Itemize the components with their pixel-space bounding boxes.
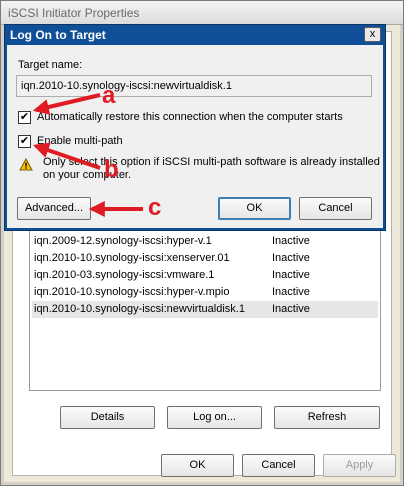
dialog-cancel-button[interactable]: Cancel [299, 197, 372, 220]
annotation-letter-c: c [148, 194, 162, 221]
checkmark-icon: ✔ [19, 135, 30, 147]
warning-icon [19, 158, 33, 171]
parent-titlebar: iSCSI Initiator Properties [1, 1, 403, 25]
apply-button[interactable]: Apply [323, 454, 396, 477]
target-name: iqn.2010-03.synology-iscsi:vmware.1 [34, 269, 215, 281]
parent-ok-button[interactable]: OK [161, 454, 234, 477]
dialog-titlebar: Log On to Target x [5, 25, 385, 44]
multipath-warning-line1: Only select this option if iSCSI multi-p… [43, 156, 380, 168]
auto-restore-label: Automatically restore this connection wh… [37, 111, 343, 123]
dialog-client: Target name: iqn.2010-10.synology-iscsi:… [7, 45, 383, 228]
enable-multipath-label: Enable multi-path [37, 135, 123, 147]
auto-restore-checkbox[interactable]: ✔ [18, 111, 31, 124]
target-status: Inactive [272, 252, 310, 264]
target-name-label: Target name: [18, 59, 83, 71]
refresh-button[interactable]: Refresh [274, 406, 380, 429]
target-name: iqn.2009-12.synology-iscsi:hyper-v.1 [34, 235, 212, 247]
target-row[interactable]: iqn.2010-10.synology-iscsi:xenserver.01 … [32, 250, 378, 267]
target-status: Inactive [272, 269, 310, 281]
parent-cancel-button[interactable]: Cancel [242, 454, 315, 477]
annotation-letter-a: a [102, 82, 116, 109]
target-status: Inactive [272, 235, 310, 247]
parent-window-title: iSCSI Initiator Properties [8, 6, 140, 20]
target-status: Inactive [272, 286, 310, 298]
target-name: iqn.2010-10.synology-iscsi:xenserver.01 [34, 252, 230, 264]
target-status: Inactive [272, 303, 310, 315]
details-button[interactable]: Details [60, 406, 155, 429]
close-button[interactable]: x [364, 27, 381, 42]
target-row[interactable]: iqn.2009-12.synology-iscsi:hyper-v.1 Ina… [32, 233, 378, 250]
checkmark-icon: ✔ [19, 111, 30, 123]
enable-multipath-checkbox[interactable]: ✔ [18, 135, 31, 148]
target-row[interactable]: iqn.2010-03.synology-iscsi:vmware.1 Inac… [32, 267, 378, 284]
advanced-button[interactable]: Advanced... [17, 197, 91, 220]
target-row[interactable]: iqn.2010-10.synology-iscsi:hyper-v.mpio … [32, 284, 378, 301]
targets-list[interactable]: iqn.2009-12.synology-iscsi:hyper-v.1 Ina… [29, 229, 381, 391]
close-icon: x [369, 28, 376, 40]
log-on-button[interactable]: Log on... [167, 406, 262, 429]
target-name-field: iqn.2010-10.synology-iscsi:newvirtualdis… [16, 75, 372, 97]
dialog-ok-button[interactable]: OK [218, 197, 291, 220]
target-name: iqn.2010-10.synology-iscsi:hyper-v.mpio [34, 286, 230, 298]
target-name: iqn.2010-10.synology-iscsi:newvirtualdis… [34, 303, 245, 315]
annotation-letter-b: b [104, 156, 119, 183]
log-on-to-target-dialog: Log On to Target x Target name: iqn.2010… [4, 24, 386, 231]
dialog-title: Log On to Target [10, 28, 106, 42]
target-row-selected[interactable]: iqn.2010-10.synology-iscsi:newvirtualdis… [32, 301, 378, 318]
